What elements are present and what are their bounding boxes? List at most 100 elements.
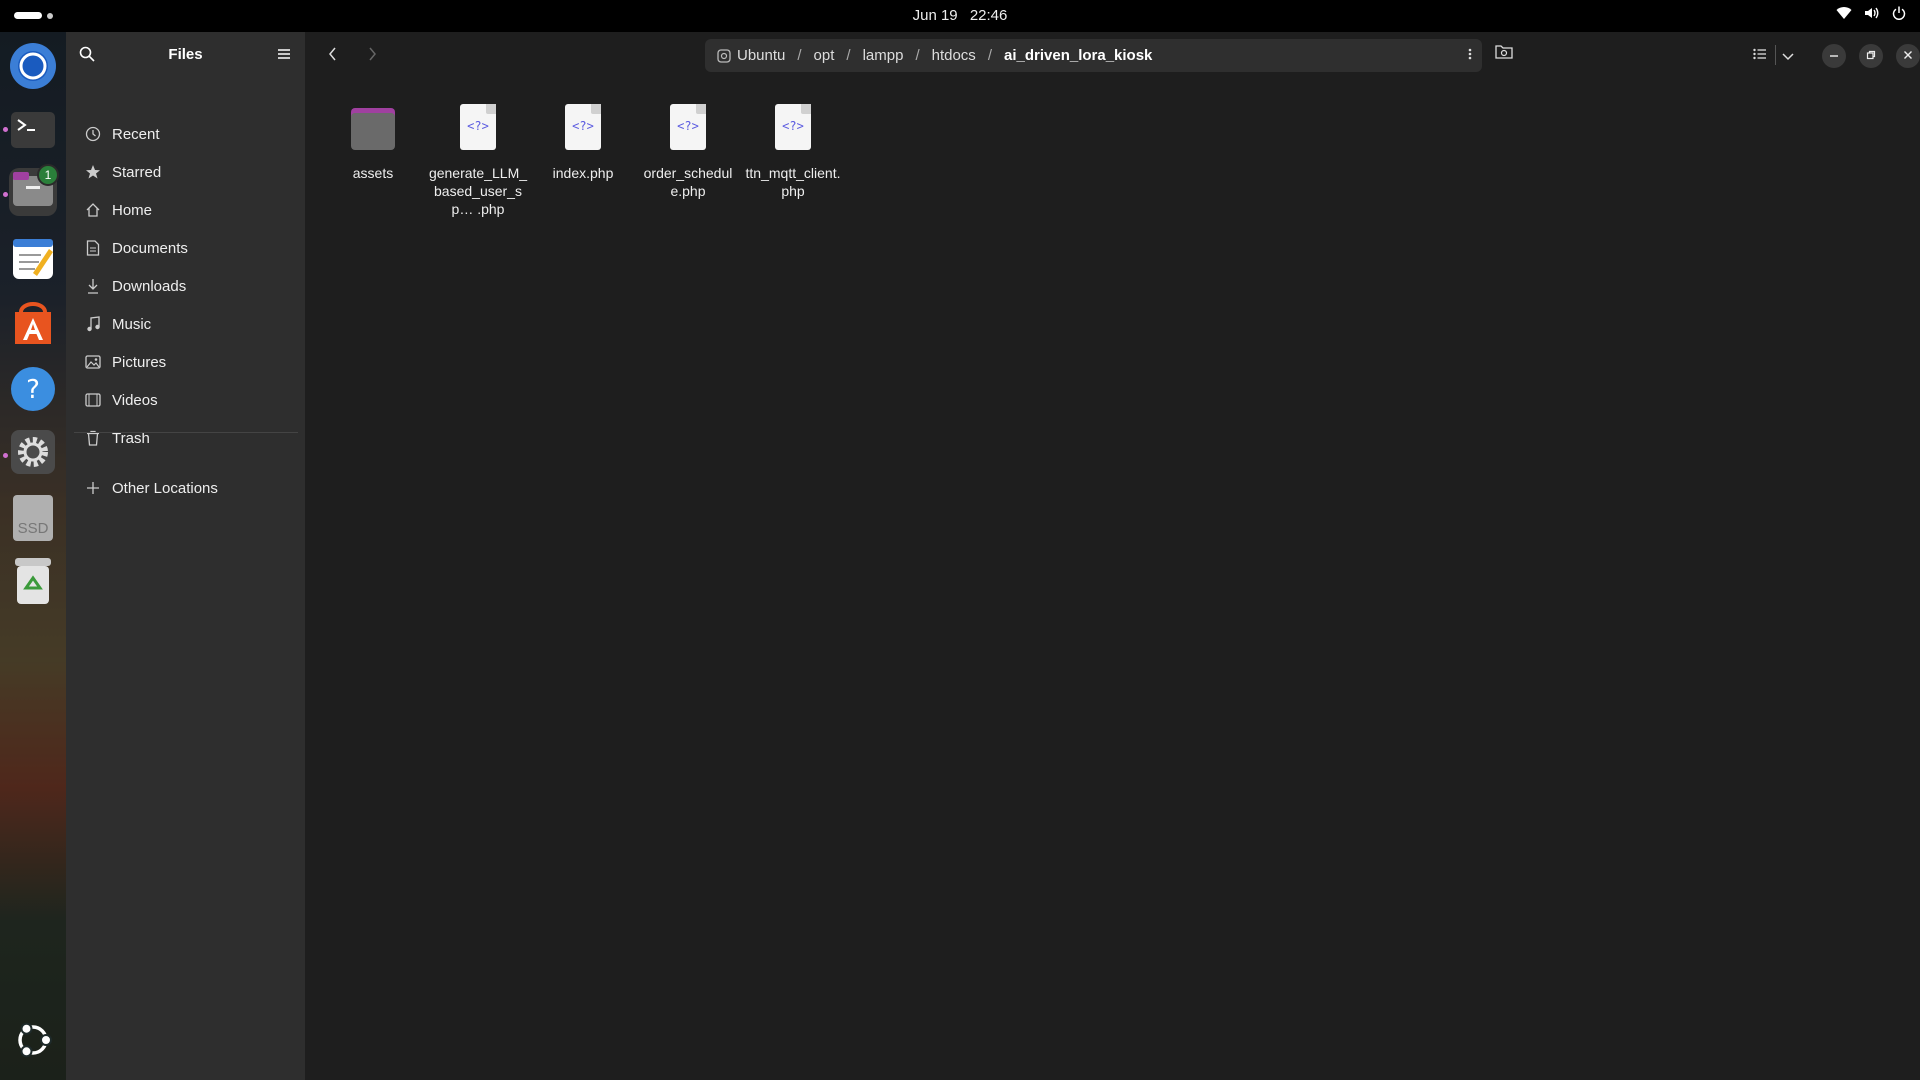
php-file-icon: <?> [664,102,712,154]
trash-icon [13,557,53,609]
sidebar-item-label: Pictures [112,353,167,371]
chevron-right-icon [367,47,377,66]
app-center-icon [13,301,53,351]
music-icon [84,315,102,333]
home-icon [84,201,102,219]
sidebar-item-documents[interactable]: Documents [74,231,296,265]
file-name: assets [352,165,394,181]
wifi-icon [1836,6,1852,20]
terminal-icon [11,111,55,153]
file-browser: Ubuntu / opt / lampp / htdocs / ai_drive… [305,32,1920,1080]
restore-button[interactable] [1859,44,1883,68]
sidebar-item-downloads[interactable]: Downloads [74,269,296,303]
volume-icon [1864,6,1880,20]
folder-icon [349,102,397,154]
sidebar-item-label: Other Locations [112,479,218,497]
sidebar-item-trash[interactable]: Trash [74,421,296,455]
dock-text-editor[interactable] [9,237,57,285]
dock-help[interactable]: ? [9,366,57,415]
dock-running-indicator [3,127,8,132]
files-badge: 1 [37,164,59,186]
video-icon [84,391,102,409]
download-icon [84,277,102,295]
plus-icon [84,479,102,497]
header-bar: Ubuntu / opt / lampp / htdocs / ai_drive… [305,32,1920,78]
chevron-left-icon [328,47,338,66]
php-icon-text: <?> [572,119,594,133]
php-icon-text: <?> [782,119,804,133]
sidebar-header: Files [66,32,305,78]
dock-terminal[interactable] [9,108,57,156]
sidebar-item-home[interactable]: Home [74,193,296,227]
clock[interactable]: Jun 19 22:46 [0,7,1920,24]
sidebar-item-other-locations[interactable]: Other Locations [74,471,296,505]
sidebar-item-label: Starred [112,163,162,181]
disk-icon [717,48,731,63]
sidebar-item-pictures[interactable]: Pictures [74,345,296,379]
ubuntu-logo-icon [13,1020,53,1065]
path-segment-opt[interactable]: opt [806,47,843,64]
dock-app-center[interactable] [9,301,57,351]
php-file-icon: <?> [769,102,817,154]
sidebar-item-recent[interactable]: Recent [74,117,296,151]
path-separator: / [987,47,992,64]
path-bar[interactable]: Ubuntu / opt / lampp / htdocs / ai_drive… [705,39,1482,72]
close-button[interactable] [1896,44,1920,68]
new-folder-button[interactable] [1495,43,1513,64]
ssd-drive-icon: SSD [13,495,53,541]
sidebar-item-label: Documents [112,239,188,257]
file-name: generate_LLM_based_user_sp… .php [428,165,528,217]
file-name: ttn_mqtt_client.php [745,165,841,199]
list-view-icon [1753,47,1767,65]
sidebar-item-label: Music [112,315,152,333]
sidebar-item-music[interactable]: Music [74,307,296,341]
sidebar-item-label: Home [112,201,153,219]
path-segment-lampp[interactable]: lampp [855,47,912,64]
ssd-label: SSD [17,520,49,537]
sidebar-item-label: Downloads [112,277,187,295]
file-item-index[interactable]: <?> index.php [533,102,633,182]
sidebar-item-videos[interactable]: Videos [74,383,296,417]
sidebar: Files Recent Starred Home Documents Down… [66,32,305,1080]
path-segment-htdocs[interactable]: htdocs [924,47,984,64]
forward-button[interactable] [360,44,384,68]
path-separator: / [846,47,851,64]
file-item-generate-llm[interactable]: <?> generate_LLM_based_user_sp… .php [428,102,528,218]
vertical-dots-menu-icon[interactable] [1468,47,1472,65]
dock-ssd[interactable]: SSD [9,494,57,542]
sidebar-item-starred[interactable]: Starred [74,155,296,189]
star-icon [84,163,102,181]
path-separator: / [915,47,920,64]
system-tray[interactable] [1836,6,1906,20]
dock-files[interactable]: 1 [9,164,59,216]
sidebar-title: Files [168,46,203,63]
dock-trash[interactable] [9,557,57,609]
top-bar: Jun 19 22:46 [0,0,1920,32]
chromium-icon [9,42,57,95]
file-name: order_schedule.php [643,165,733,199]
picture-icon [84,353,102,371]
svg-text:?: ? [26,375,40,405]
path-segment-ubuntu[interactable]: Ubuntu [731,47,793,64]
file-item-order-schedule[interactable]: <?> order_schedule.php [638,102,738,200]
file-item-ttn-mqtt-client[interactable]: <?> ttn_mqtt_client.php [743,102,843,200]
clock-date: Jun 19 [912,7,958,24]
dock-settings[interactable] [9,429,57,480]
dock-running-indicator [3,453,8,458]
minimize-button[interactable] [1822,44,1846,68]
settings-icon [10,429,56,480]
back-button[interactable] [321,44,345,68]
dock: 1 ? SSD [0,32,66,1080]
minimize-icon [1829,47,1839,65]
hamburger-menu-icon[interactable] [277,47,291,65]
toolbar-divider [1775,45,1776,65]
restore-icon [1866,47,1876,65]
file-item-assets[interactable]: assets [323,102,423,182]
view-options-button[interactable] [1782,48,1794,66]
close-icon [1903,47,1913,65]
path-segment-current[interactable]: ai_driven_lora_kiosk [996,47,1160,64]
view-toggle-button[interactable] [1753,47,1767,65]
document-icon [84,239,102,257]
dock-chromium[interactable] [9,42,57,95]
dock-show-apps[interactable] [9,1018,57,1066]
